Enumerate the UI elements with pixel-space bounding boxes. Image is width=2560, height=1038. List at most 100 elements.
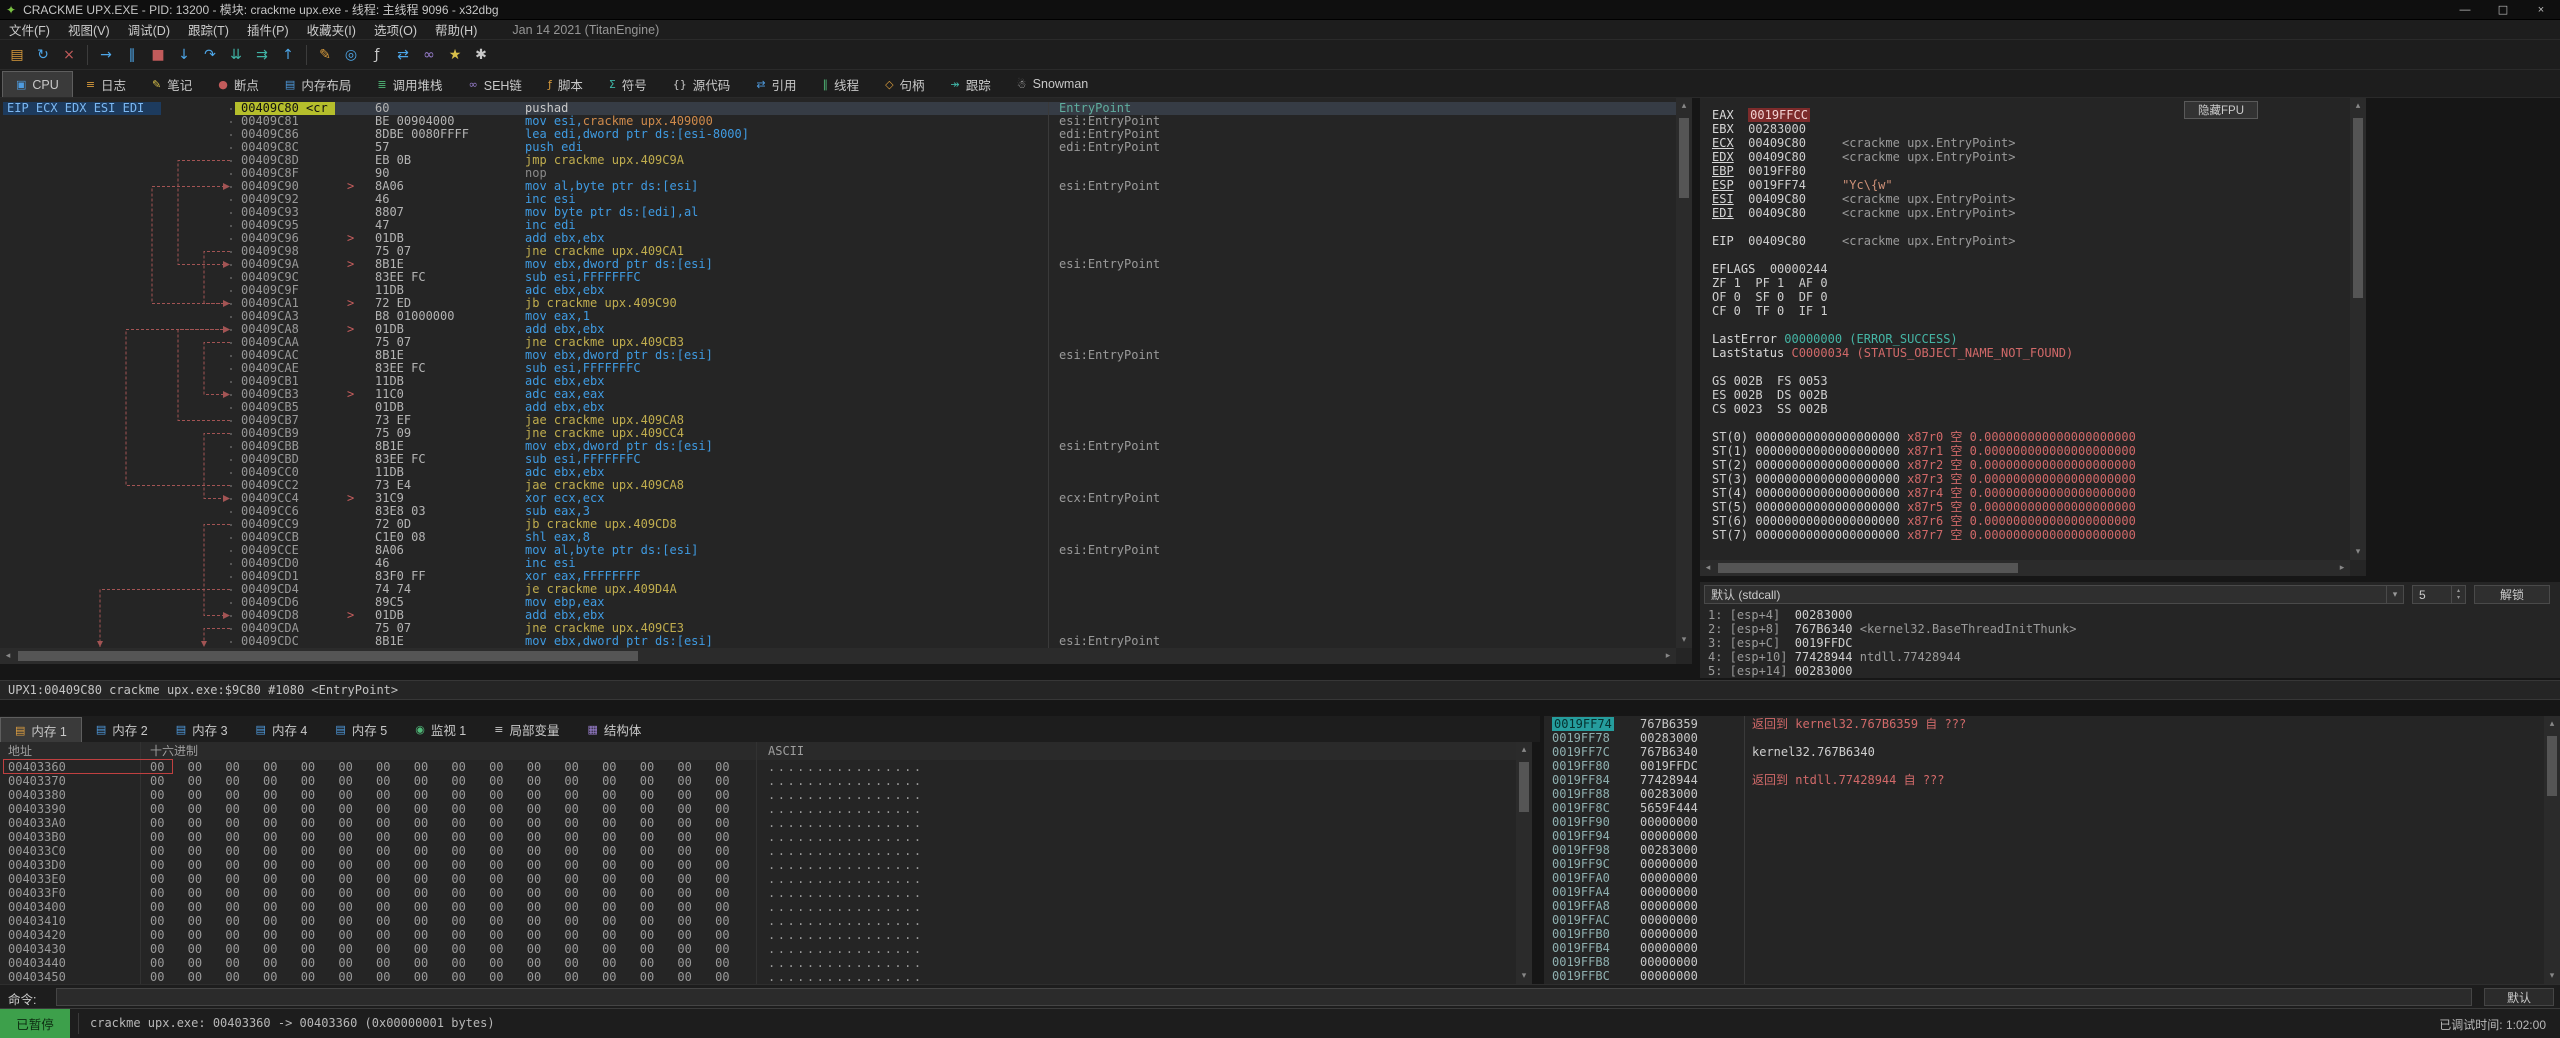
dump-row[interactable]: 004033A0 00 00 00 00 00 00 00 00 00 00 00…: [0, 816, 1516, 830]
disasm-row[interactable]: 00409CD1 83F0 FF xor eax,FFFFFFFF: [0, 570, 1676, 583]
menu-item-v[interactable]: 视图(V): [59, 20, 119, 40]
disasm-row[interactable]: 00409C96 >01DB add ebx,ebx: [0, 232, 1676, 245]
patch-icon[interactable]: ✎: [312, 43, 338, 67]
command-input[interactable]: [56, 988, 2472, 1006]
scroll-down-icon[interactable]: ▾: [2544, 968, 2560, 984]
register-line[interactable]: [1712, 360, 2136, 374]
tab-seh[interactable]: ∞ SEH链: [456, 71, 535, 97]
disasm-row[interactable]: 00409C9F 11DB adc ebx,ebx: [0, 284, 1676, 297]
tab-call-stack[interactable]: ≣ 调用堆栈: [364, 71, 455, 97]
settings-icon[interactable]: ✱: [468, 43, 494, 67]
dump-row[interactable]: 00403450 00 00 00 00 00 00 00 00 00 00 00…: [0, 970, 1516, 984]
close-icon[interactable]: ×: [56, 43, 82, 67]
menu-item-o[interactable]: 选项(O): [365, 20, 426, 40]
tab-struct[interactable]: ▦ 结构体: [574, 717, 656, 742]
disasm-row[interactable]: 00409C80 <cr 60 pushad EntryPoint: [0, 102, 1676, 115]
disasm-row[interactable]: 00409CBB 8B1E mov ebx,dword ptr ds:[esi] es…: [0, 440, 1676, 453]
stack-row[interactable]: 0019FF84 77428944 返回到 ntdll.77428944 自 ???: [1544, 773, 2544, 787]
register-line[interactable]: LastStatus C0000034 (STATUS_OBJECT_NAME_…: [1712, 346, 2136, 360]
stack-row[interactable]: 0019FFA4 00000000: [1544, 885, 2544, 899]
disasm-row[interactable]: 00409CCE 8A06 mov al,byte ptr ds:[esi] esi:…: [0, 544, 1676, 557]
register-line[interactable]: ZF 1 PF 1 AF 0: [1712, 276, 2136, 290]
stack-row[interactable]: 0019FFA8 00000000: [1544, 899, 2544, 913]
register-line[interactable]: ESP 0019FF74 "Yc\{w": [1712, 178, 2136, 192]
stepper-arrows-icon[interactable]: ▴ ▾: [2451, 586, 2465, 603]
menu-item-f[interactable]: 文件(F): [0, 20, 59, 40]
disasm-row[interactable]: 00409CB9 75 09 jne crackme upx.409CC4: [0, 427, 1676, 440]
tab-symbols[interactable]: Σ 符号: [596, 71, 660, 97]
dump-row[interactable]: 00403360 00 00 00 00 00 00 00 00 00 00 00…: [0, 760, 1516, 774]
dump-row[interactable]: 00403440 00 00 00 00 00 00 00 00 00 00 00…: [0, 956, 1516, 970]
scrollbar-thumb[interactable]: [1519, 762, 1529, 812]
scroll-right-icon[interactable]: ▸: [2334, 560, 2350, 576]
disasm-row[interactable]: 00409CA1 >72 ED jb crackme upx.409C90: [0, 297, 1676, 310]
scroll-down-icon[interactable]: ▾: [1516, 968, 1532, 984]
disasm-row[interactable]: 00409CD4 74 74 je crackme upx.409D4A: [0, 583, 1676, 596]
dump-row[interactable]: 004033F0 00 00 00 00 00 00 00 00 00 00 00…: [0, 886, 1516, 900]
registers-horizontal-scrollbar[interactable]: ◂ ▸: [1700, 560, 2350, 576]
dump-row[interactable]: 00403420 00 00 00 00 00 00 00 00 00 00 00…: [0, 928, 1516, 942]
disasm-row[interactable]: 00409CC9 72 0D jb crackme upx.409CD8: [0, 518, 1676, 531]
menu-item-t[interactable]: 跟踪(T): [179, 20, 238, 40]
register-line[interactable]: ST(7) 00000000000000000000 x87r7 空 0.000…: [1712, 528, 2136, 542]
dump-row[interactable]: 004033D0 00 00 00 00 00 00 00 00 00 00 00…: [0, 858, 1516, 872]
tab-locals[interactable]: ≡ 局部变量: [480, 717, 573, 742]
register-line[interactable]: ST(4) 00000000000000000000 x87r4 空 0.000…: [1712, 486, 2136, 500]
scroll-up-icon[interactable]: ▴: [2350, 98, 2366, 114]
scrollbar-thumb[interactable]: [1679, 118, 1689, 198]
scroll-left-icon[interactable]: ◂: [0, 648, 16, 664]
register-line[interactable]: ST(0) 00000000000000000000 x87r0 空 0.000…: [1712, 430, 2136, 444]
disasm-row[interactable]: 00409CB5 01DB add ebx,ebx: [0, 401, 1676, 414]
disasm-row[interactable]: 00409CAA 75 07 jne crackme upx.409CB3: [0, 336, 1676, 349]
disasm-row[interactable]: 00409C9C 83EE FC sub esi,FFFFFFFC: [0, 271, 1676, 284]
disasm-row[interactable]: 00409CAE 83EE FC sub esi,FFFFFFFC: [0, 362, 1676, 375]
disasm-row[interactable]: 00409C98 75 07 jne crackme upx.409CA1: [0, 245, 1676, 258]
minimize-button[interactable]: —: [2446, 0, 2484, 20]
disasm-row[interactable]: 00409C9A >8B1E mov ebx,dword ptr ds:[esi] e…: [0, 258, 1676, 271]
register-line[interactable]: ST(5) 00000000000000000000 x87r5 空 0.000…: [1712, 500, 2136, 514]
run-to-return-icon[interactable]: ↑: [275, 43, 301, 67]
stack-row[interactable]: 0019FF78 00283000: [1544, 731, 2544, 745]
tab-references[interactable]: ⇄ 引用: [743, 71, 809, 97]
maximize-button[interactable]: □: [2484, 0, 2522, 20]
register-line[interactable]: [1712, 416, 2136, 430]
references-icon[interactable]: ⇄: [390, 43, 416, 67]
disasm-row[interactable]: 00409CD8 >01DB add ebx,ebx: [0, 609, 1676, 622]
disasm-row[interactable]: 00409CC6 83E8 03 sub eax,3: [0, 505, 1676, 518]
pause-icon[interactable]: ∥: [119, 43, 145, 67]
menu-item-d[interactable]: 调试(D): [119, 20, 179, 40]
register-line[interactable]: EFLAGS 00000244: [1712, 262, 2136, 276]
disasm-row[interactable]: 00409CB3 >11C0 adc eax,eax: [0, 388, 1676, 401]
tab-log[interactable]: ≡ 日志: [73, 71, 139, 97]
register-line[interactable]: EDI 00409C80 <crackme upx.EntryPoint>: [1712, 206, 2136, 220]
disasm-row[interactable]: 00409C8D EB 0B jmp crackme upx.409C9A: [0, 154, 1676, 167]
stack-row[interactable]: 0019FFB4 00000000: [1544, 941, 2544, 955]
tab-notes[interactable]: ✎ 笔记: [139, 71, 205, 97]
scroll-left-icon[interactable]: ◂: [1700, 560, 1716, 576]
disasm-row[interactable]: 00409C8F 90 nop: [0, 167, 1676, 180]
register-line[interactable]: EDX 00409C80 <crackme upx.EntryPoint>: [1712, 150, 2136, 164]
scrollbar-thumb[interactable]: [18, 651, 638, 661]
disassembly-vertical-scrollbar[interactable]: ▴ ▾: [1676, 98, 1692, 648]
scroll-up-icon[interactable]: ▴: [2544, 716, 2560, 732]
dump-row[interactable]: 00403380 00 00 00 00 00 00 00 00 00 00 00…: [0, 788, 1516, 802]
tab-cpu[interactable]: ▣ CPU: [2, 71, 73, 97]
disasm-row[interactable]: 00409CA8 >01DB add ebx,ebx: [0, 323, 1676, 336]
run-icon[interactable]: →: [93, 43, 119, 67]
unlock-button[interactable]: 解锁: [2474, 585, 2550, 604]
scrollbar-thumb[interactable]: [2547, 736, 2557, 796]
disasm-row[interactable]: 00409C95 47 inc edi: [0, 219, 1676, 232]
dump-row[interactable]: 00403370 00 00 00 00 00 00 00 00 00 00 00…: [0, 774, 1516, 788]
disasm-row[interactable]: 00409CA3 B8 01000000 mov eax,1: [0, 310, 1676, 323]
register-line[interactable]: ES 002B DS 002B: [1712, 388, 2136, 402]
stack-row[interactable]: 0019FF80 0019FFDC: [1544, 759, 2544, 773]
register-line[interactable]: CS 0023 SS 002B: [1712, 402, 2136, 416]
disasm-row[interactable]: 00409C81 BE 00904000 mov esi,crackme upx.4…: [0, 115, 1676, 128]
dump-vertical-scrollbar[interactable]: ▴ ▾: [1516, 742, 1532, 984]
argument-row[interactable]: 2: [esp+8] 767B6340 <kernel32.BaseThread…: [1708, 622, 2076, 636]
dump-row[interactable]: 00403400 00 00 00 00 00 00 00 00 00 00 00…: [0, 900, 1516, 914]
stop-icon[interactable]: ■: [145, 43, 171, 67]
menu-item-i[interactable]: 收藏夹(I): [298, 20, 365, 40]
argument-row[interactable]: 4: [esp+10] 77428944 ntdll.77428944: [1708, 650, 2076, 664]
stack-row[interactable]: 0019FF8C 5659F444: [1544, 801, 2544, 815]
